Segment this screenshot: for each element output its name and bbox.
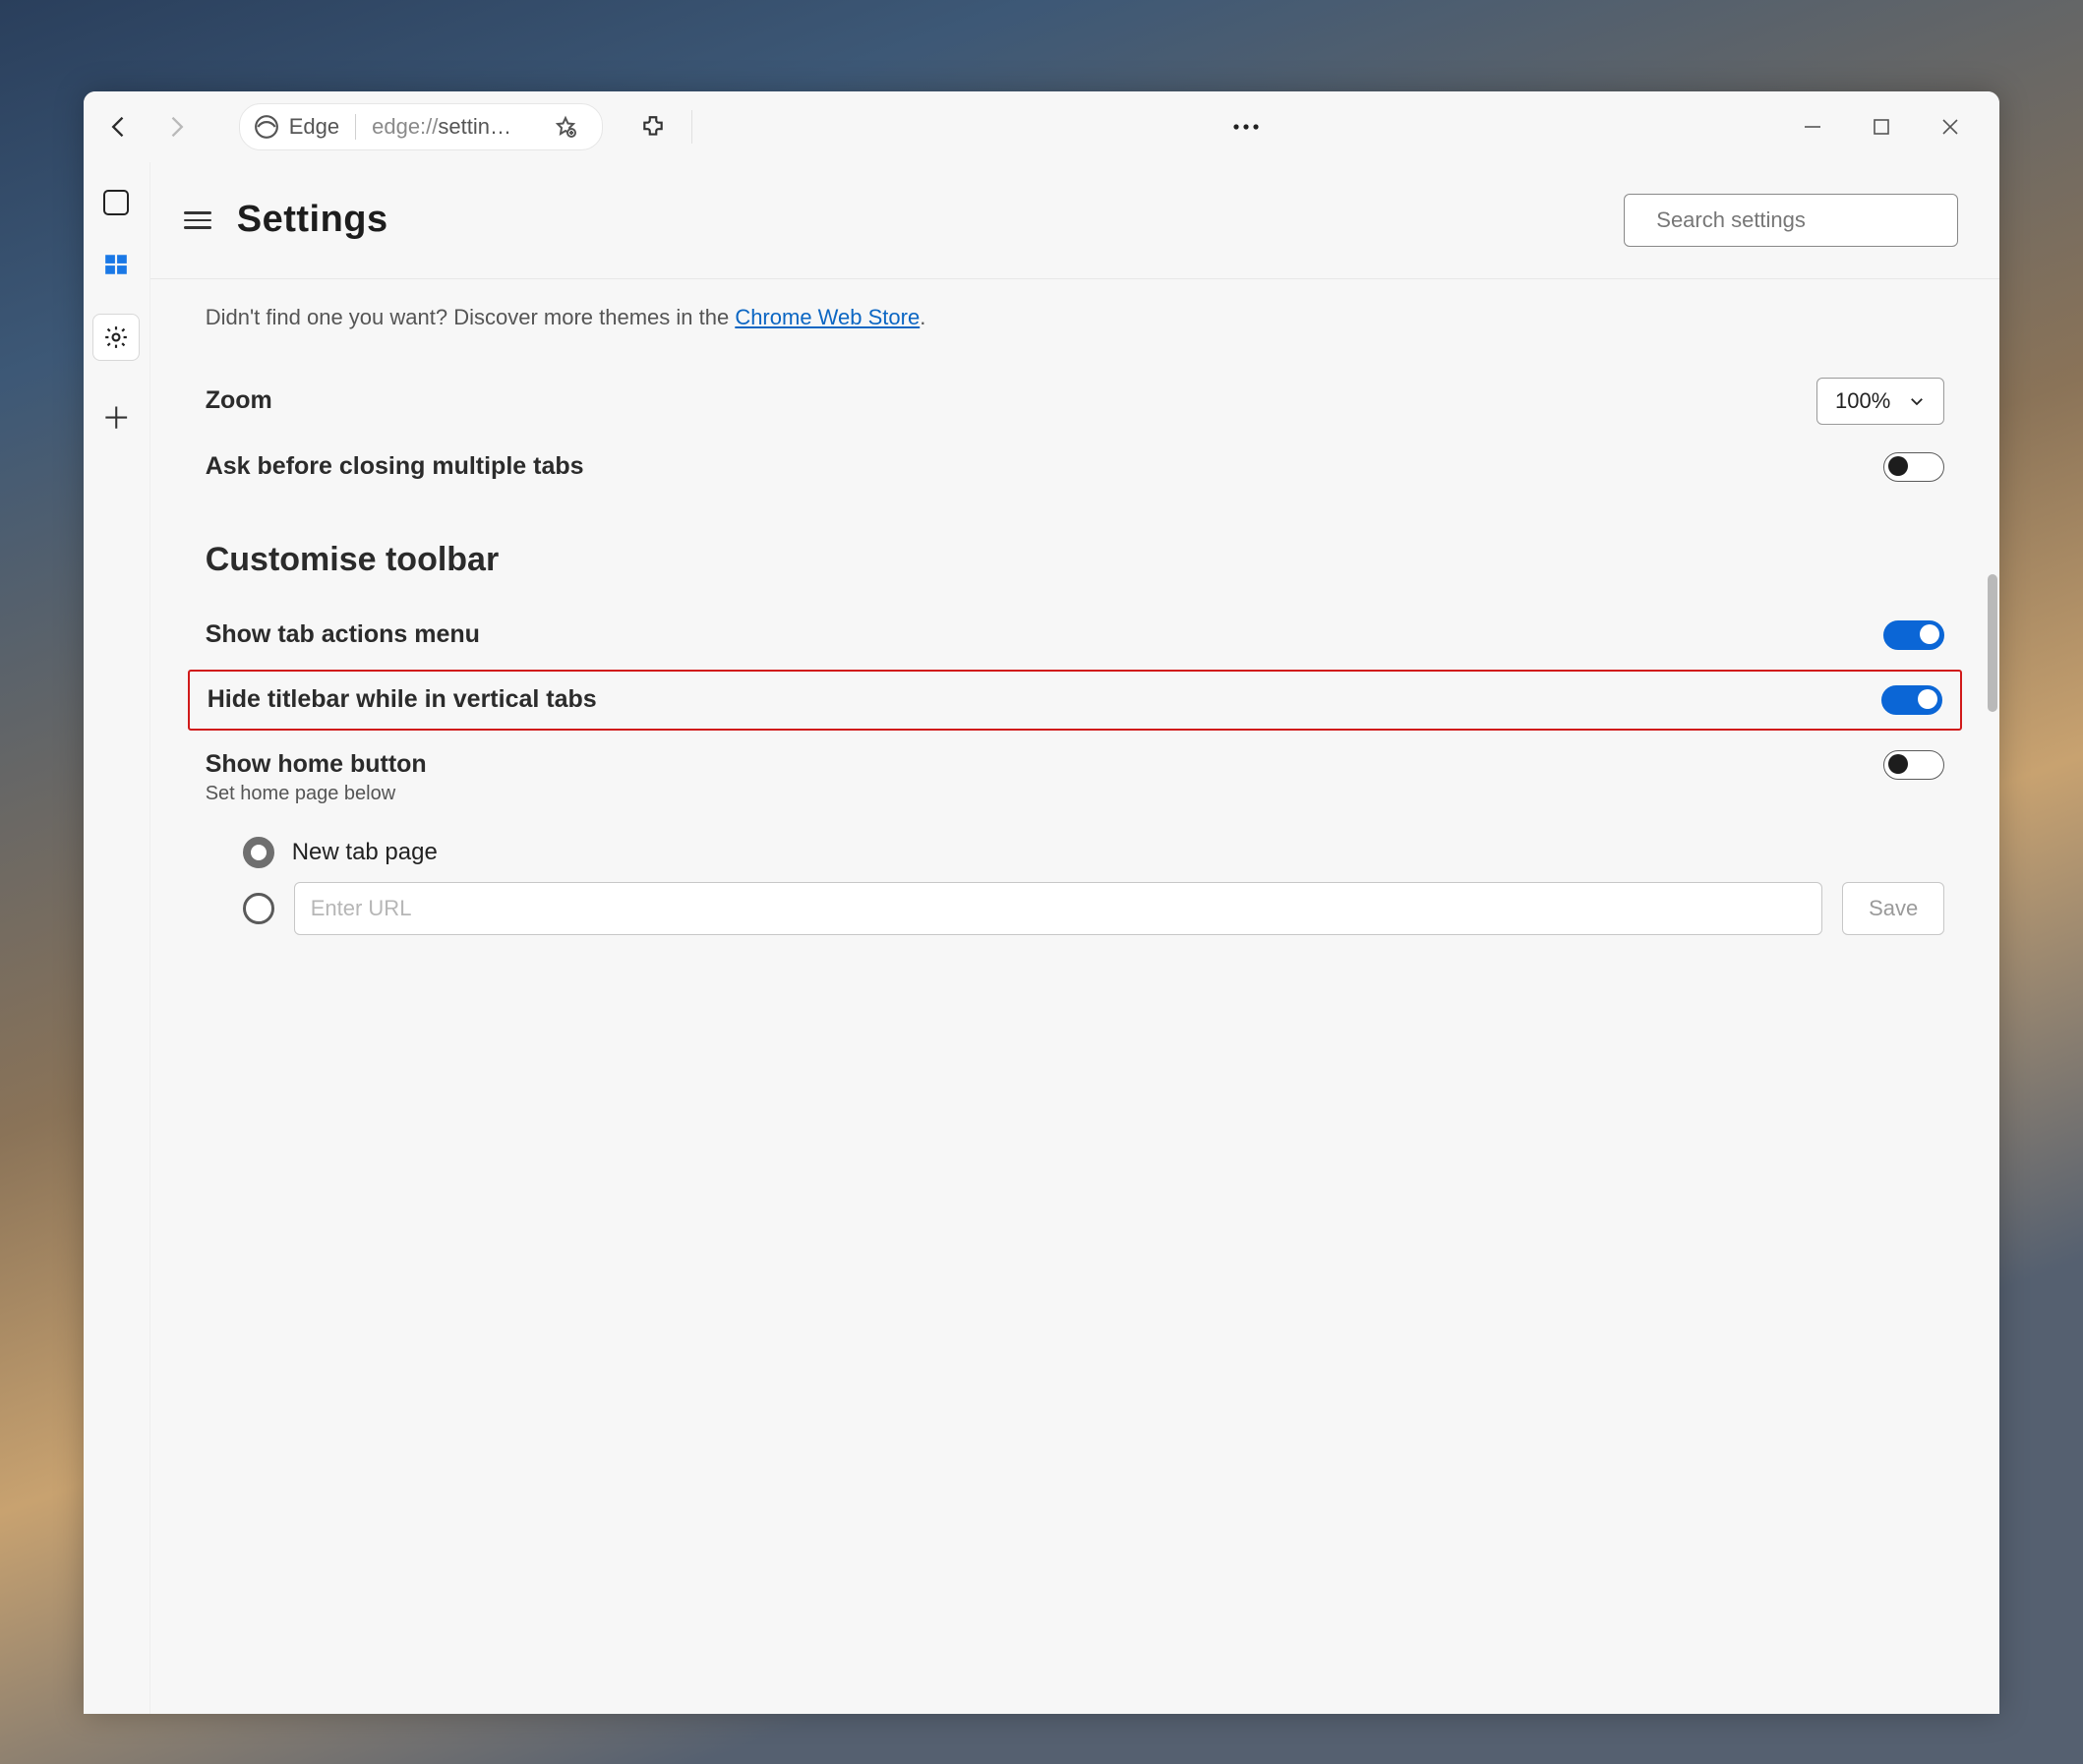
address-separator xyxy=(355,114,356,140)
close-button[interactable] xyxy=(1931,107,1970,147)
address-brand: Edge xyxy=(289,114,339,140)
vertical-tab-strip: ＋ xyxy=(84,162,150,1714)
settings-scroll-area[interactable]: Didn't find one you want? Discover more … xyxy=(150,279,2000,1714)
themes-hint: Didn't find one you want? Discover more … xyxy=(206,305,1945,330)
search-settings-box[interactable] xyxy=(1624,194,1958,247)
zoom-select[interactable]: 100% xyxy=(1816,378,1944,425)
settings-header: Settings xyxy=(150,162,2000,279)
radio-unselected-icon[interactable] xyxy=(243,893,274,924)
hide-titlebar-label: Hide titlebar while in vertical tabs xyxy=(208,685,597,714)
home-url-option: Save xyxy=(243,882,1945,935)
ask-before-closing-label: Ask before closing multiple tabs xyxy=(206,452,584,481)
show-tab-actions-label: Show tab actions menu xyxy=(206,620,480,649)
more-menu-icon[interactable] xyxy=(1223,104,1269,149)
radio-selected-icon xyxy=(243,837,274,868)
show-tab-actions-row: Show tab actions menu xyxy=(206,607,1945,664)
zoom-label: Zoom xyxy=(206,386,272,415)
home-url-input[interactable] xyxy=(294,882,1822,935)
windows-tab-icon[interactable] xyxy=(100,249,132,280)
home-newtab-label: New tab page xyxy=(292,839,438,866)
edge-logo-icon xyxy=(254,114,279,140)
zoom-value: 100% xyxy=(1835,388,1890,414)
maximize-button[interactable] xyxy=(1862,107,1901,147)
hide-titlebar-row: Hide titlebar while in vertical tabs xyxy=(188,670,1963,731)
search-settings-input[interactable] xyxy=(1656,207,1939,233)
window-controls xyxy=(1793,107,1988,147)
chrome-web-store-link[interactable]: Chrome Web Store xyxy=(735,305,920,329)
hide-titlebar-toggle[interactable] xyxy=(1881,685,1942,715)
save-home-url-button[interactable]: Save xyxy=(1842,882,1944,935)
forward-button[interactable] xyxy=(152,103,200,150)
customise-toolbar-heading: Customise toolbar xyxy=(206,541,1945,579)
home-newtab-option[interactable]: New tab page xyxy=(243,837,1945,868)
settings-tab-icon[interactable] xyxy=(92,314,140,361)
address-url: edge://settin… xyxy=(372,114,511,140)
settings-content: Settings Didn't find one you want? Disco… xyxy=(150,162,2000,1714)
zoom-row: Zoom 100% xyxy=(206,364,1945,439)
new-tab-icon[interactable]: ＋ xyxy=(100,400,132,432)
show-home-button-label: Show home button xyxy=(206,750,427,779)
scrollbar-thumb[interactable] xyxy=(1988,574,1997,712)
back-button[interactable] xyxy=(95,103,143,150)
tab-actions-icon[interactable] xyxy=(103,190,129,215)
ask-before-closing-toggle[interactable] xyxy=(1883,452,1944,482)
page-title: Settings xyxy=(237,199,388,241)
toolbar-separator xyxy=(691,110,692,144)
extensions-icon[interactable] xyxy=(630,104,676,149)
show-home-button-toggle[interactable] xyxy=(1883,750,1944,780)
favorite-icon[interactable] xyxy=(543,104,588,149)
address-bar[interactable]: Edge edge://settin… xyxy=(239,103,603,150)
browser-window: Edge edge://settin… xyxy=(84,91,2000,1714)
menu-icon[interactable] xyxy=(184,211,211,229)
titlebar: Edge edge://settin… xyxy=(84,91,2000,162)
show-home-button-sub: Set home page below xyxy=(206,783,427,805)
show-home-button-row: Show home button Set home page below xyxy=(206,736,1945,819)
chevron-down-icon xyxy=(1908,392,1926,410)
show-tab-actions-toggle[interactable] xyxy=(1883,620,1944,650)
minimize-button[interactable] xyxy=(1793,107,1832,147)
body: ＋ Settings Didn't find one you want? D xyxy=(84,162,2000,1714)
ask-before-closing-row: Ask before closing multiple tabs xyxy=(206,439,1945,496)
